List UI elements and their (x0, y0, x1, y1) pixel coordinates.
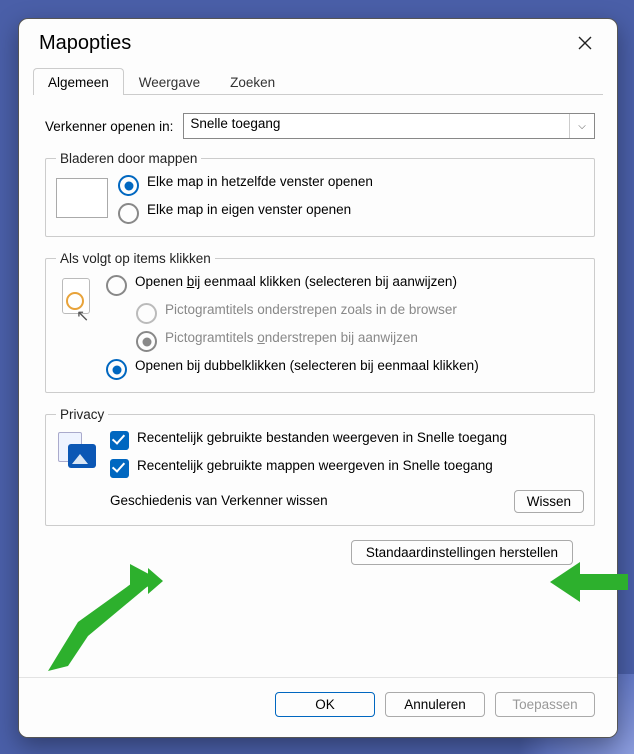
cancel-button[interactable]: Annuleren (385, 692, 485, 717)
checkbox-recent-folders-label: Recentelijk gebruikte mappen weergeven i… (137, 458, 493, 475)
radio-underline-point (136, 331, 157, 352)
checkbox-recent-files-label: Recentelijk gebruikte bestanden weergeve… (137, 430, 507, 447)
radio-own-window-label: Elke map in eigen venster openen (147, 202, 351, 219)
tab-view[interactable]: Weergave (124, 68, 215, 95)
click-items-legend: Als volgt op items klikken (56, 251, 215, 266)
checkbox-recent-folders[interactable] (110, 459, 129, 478)
window-icon (56, 178, 108, 218)
ok-button[interactable]: OK (275, 692, 375, 717)
radio-double-click-label: Openen bij dubbelklikken (selecteren bij… (135, 358, 479, 375)
clear-history-button[interactable]: Wissen (514, 490, 584, 513)
radio-double-click[interactable] (106, 359, 127, 380)
tab-label: Algemeen (48, 75, 109, 90)
folder-options-dialog: Mapopties Algemeen Weergave Zoeken Verke… (18, 18, 618, 738)
chevron-down-icon: ⌵ (569, 114, 594, 138)
open-in-row: Verkenner openen in: Snelle toegang ⌵ (45, 113, 595, 139)
open-in-combobox[interactable]: Snelle toegang ⌵ (183, 113, 595, 139)
radio-single-click-label: Openen bij eenmaal klikken (selecteren b… (135, 274, 457, 291)
open-in-label: Verkenner openen in: (45, 119, 173, 134)
privacy-legend: Privacy (56, 407, 108, 422)
browse-folders-group: Bladeren door mappen Elke map in hetzelf… (45, 151, 595, 237)
tab-bar: Algemeen Weergave Zoeken (33, 67, 603, 95)
radio-single-click[interactable] (106, 275, 127, 296)
tab-label: Weergave (139, 75, 200, 90)
radio-same-window[interactable] (118, 175, 139, 196)
radio-same-window-label: Elke map in hetzelfde venster openen (147, 174, 373, 191)
dialog-title: Mapopties (39, 32, 131, 55)
click-icon: ↖ (56, 278, 96, 322)
dialog-body: Verkenner openen in: Snelle toegang ⌵ Bl… (19, 95, 617, 565)
radio-underline-point-label: Pictogramtitels onderstrepen bij aanwijz… (165, 330, 418, 347)
clear-history-label: Geschiedenis van Verkenner wissen (110, 493, 328, 510)
dialog-button-row: OK Annuleren Toepassen (19, 677, 617, 737)
restore-defaults-button[interactable]: Standaardinstellingen herstellen (351, 540, 573, 565)
privacy-group: Privacy Recentelijk gebruikte bestanden … (45, 407, 595, 526)
radio-underline-browser-label: Pictogramtitels onderstrepen zoals in de… (165, 302, 457, 319)
browse-folders-legend: Bladeren door mappen (56, 151, 201, 166)
radio-own-window[interactable] (118, 203, 139, 224)
open-in-value: Snelle toegang (184, 114, 569, 138)
checkbox-recent-files[interactable] (110, 431, 129, 450)
privacy-icon (56, 432, 100, 472)
tab-search[interactable]: Zoeken (215, 68, 290, 95)
click-items-group: Als volgt op items klikken ↖ Openen bij … (45, 251, 595, 393)
close-icon (578, 36, 592, 50)
tab-label: Zoeken (230, 75, 275, 90)
titlebar: Mapopties (19, 19, 617, 59)
apply-button: Toepassen (495, 692, 595, 717)
radio-underline-browser (136, 303, 157, 324)
tab-general[interactable]: Algemeen (33, 68, 124, 95)
close-button[interactable] (567, 29, 603, 57)
